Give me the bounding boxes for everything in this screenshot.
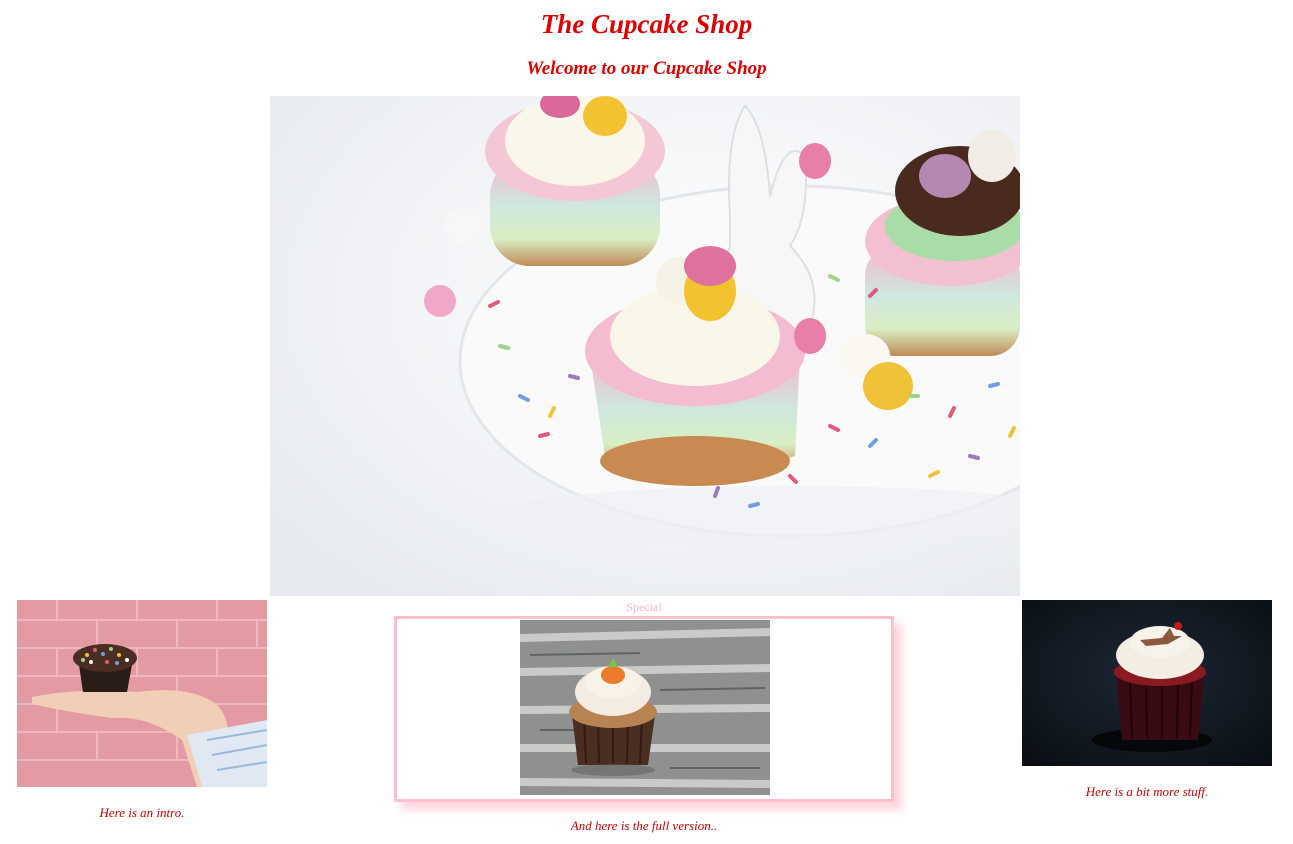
special-label: Special	[626, 600, 662, 614]
sprinkle-cupcake-hand-photo-icon	[17, 600, 267, 787]
special-card	[394, 616, 894, 802]
more-caption: Here is a bit more stuff.	[1085, 784, 1209, 799]
page-subtitle: Welcome to our Cupcake Shop	[526, 58, 767, 79]
hero-image	[270, 96, 1020, 596]
red-velvet-cupcake-photo-icon	[1022, 600, 1272, 766]
special-caption: And here is the full version..	[570, 818, 718, 833]
more-image	[1022, 600, 1272, 766]
special-image	[520, 620, 770, 795]
intro-caption: Here is an intro.	[99, 805, 185, 820]
easter-cupcakes-photo-icon	[270, 96, 1020, 596]
page: The Cupcake Shop Welcome to our Cupcake …	[0, 0, 1293, 844]
intro-image	[17, 600, 267, 787]
carrot-cupcake-photo-icon	[520, 620, 770, 795]
page-title: The Cupcake Shop	[540, 9, 753, 39]
